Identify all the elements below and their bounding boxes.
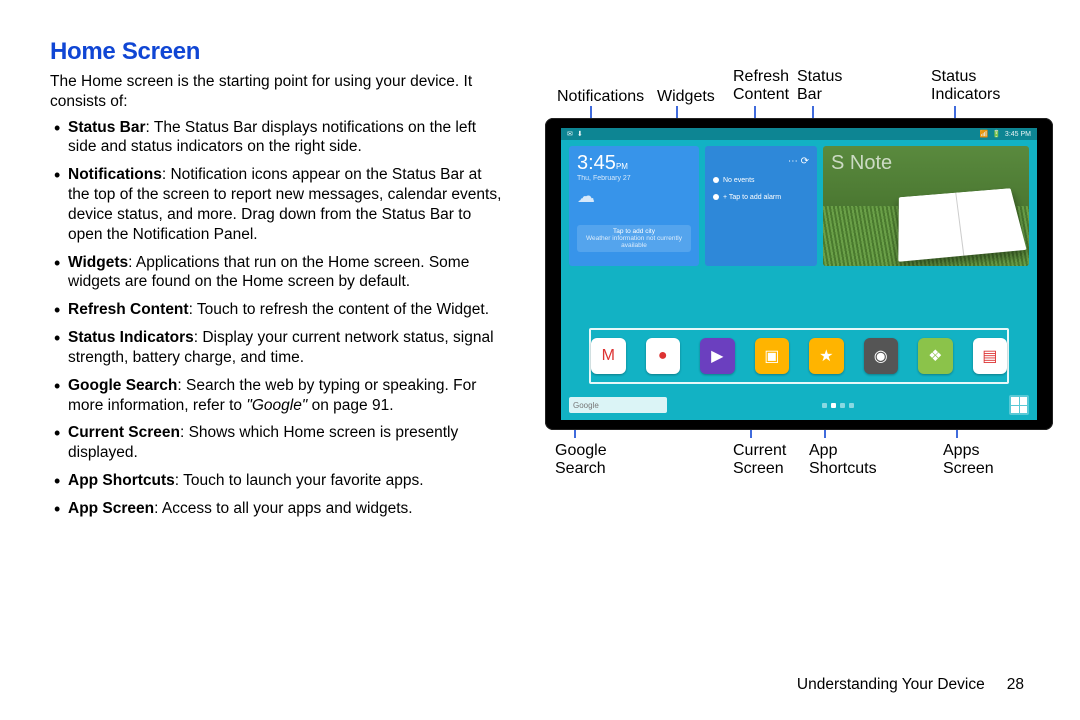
feature-item: App Screen: Access to all your apps and … bbox=[68, 499, 505, 519]
feature-item: Google Search: Search the web by typing … bbox=[68, 376, 505, 416]
feature-item: App Shortcuts: Touch to launch your favo… bbox=[68, 471, 505, 491]
label-indicators: Status Indicators bbox=[931, 68, 1000, 104]
intro-text: The Home screen is the starting point fo… bbox=[50, 72, 505, 112]
app-shortcuts-dock[interactable]: M ● ▶ ▣ ★ ◉ ❖ ▤ bbox=[589, 328, 1009, 384]
home-screen: ✉⬇ 📶🔋3:45 PM 3:45PM Thu, February 27 ☁ T… bbox=[561, 128, 1037, 420]
status-indicators: 📶🔋3:45 PM bbox=[977, 130, 1033, 138]
feature-item: Widgets: Applications that run on the Ho… bbox=[68, 253, 505, 293]
feature-item: Refresh Content: Touch to refresh the co… bbox=[68, 300, 505, 320]
notebook-graphic bbox=[898, 188, 1026, 262]
label-refresh: Refresh Content bbox=[733, 68, 789, 104]
page-dot[interactable] bbox=[822, 403, 827, 408]
weather-icon: ☁ bbox=[577, 186, 691, 207]
apps-screen-button[interactable] bbox=[1009, 395, 1029, 415]
snote-widget[interactable]: S Note bbox=[823, 146, 1029, 266]
app-shortcut[interactable]: ❖ bbox=[918, 338, 953, 374]
widgets-area[interactable]: 3:45PM Thu, February 27 ☁ Tap to add cit… bbox=[561, 140, 1037, 266]
label-statusbar: Status Bar bbox=[797, 68, 842, 104]
app-shortcut[interactable]: M bbox=[591, 338, 626, 374]
screen-pager[interactable] bbox=[673, 403, 1003, 408]
feature-item: Current Screen: Shows which Home screen … bbox=[68, 423, 505, 463]
refresh-icon[interactable]: ⋯ ⟳ bbox=[713, 156, 809, 167]
label-apps: Apps Screen bbox=[943, 442, 994, 478]
page-dot-current[interactable] bbox=[831, 403, 836, 408]
label-current: Current Screen bbox=[733, 442, 786, 478]
device-frame: ✉⬇ 📶🔋3:45 PM 3:45PM Thu, February 27 ☁ T… bbox=[545, 118, 1053, 430]
app-shortcut[interactable]: ▤ bbox=[973, 338, 1008, 374]
app-shortcut[interactable]: ★ bbox=[809, 338, 844, 374]
feature-list: Status Bar: The Status Bar displays noti… bbox=[50, 118, 505, 519]
google-search-bar[interactable]: Google bbox=[569, 397, 667, 413]
clock-time: 3:45 bbox=[577, 152, 616, 174]
weather-tap-text[interactable]: Tap to add city bbox=[581, 228, 687, 235]
label-notifications: Notifications bbox=[557, 88, 644, 106]
page-dot[interactable] bbox=[840, 403, 845, 408]
app-shortcut[interactable]: ▣ bbox=[755, 338, 790, 374]
add-alarm-text[interactable]: + Tap to add alarm bbox=[723, 194, 781, 201]
snote-title: S Note bbox=[831, 152, 892, 175]
notification-icons: ✉⬇ bbox=[565, 130, 585, 138]
app-shortcut[interactable]: ● bbox=[646, 338, 681, 374]
weather-sub-text: Weather information not currently availa… bbox=[581, 235, 687, 249]
label-shortcuts: App Shortcuts bbox=[809, 442, 877, 478]
page-heading: Home Screen bbox=[50, 38, 505, 66]
app-shortcut[interactable]: ▶ bbox=[700, 338, 735, 374]
status-bar[interactable]: ✉⬇ 📶🔋3:45 PM bbox=[561, 128, 1037, 140]
no-events-text: No events bbox=[723, 177, 755, 184]
clock-weather-widget[interactable]: 3:45PM Thu, February 27 ☁ Tap to add cit… bbox=[569, 146, 699, 266]
clock-date: Thu, February 27 bbox=[577, 175, 691, 182]
label-gsearch: Google Search bbox=[555, 442, 607, 478]
page-dot[interactable] bbox=[849, 403, 854, 408]
feature-item: Status Indicators: Display your current … bbox=[68, 328, 505, 368]
feature-item: Notifications: Notification icons appear… bbox=[68, 165, 505, 244]
events-widget[interactable]: ⋯ ⟳ No events + Tap to add alarm bbox=[705, 146, 817, 266]
page-footer: Understanding Your Device28 bbox=[797, 676, 1024, 694]
feature-item: Status Bar: The Status Bar displays noti… bbox=[68, 118, 505, 158]
label-widgets: Widgets bbox=[657, 88, 715, 106]
app-shortcut[interactable]: ◉ bbox=[864, 338, 899, 374]
